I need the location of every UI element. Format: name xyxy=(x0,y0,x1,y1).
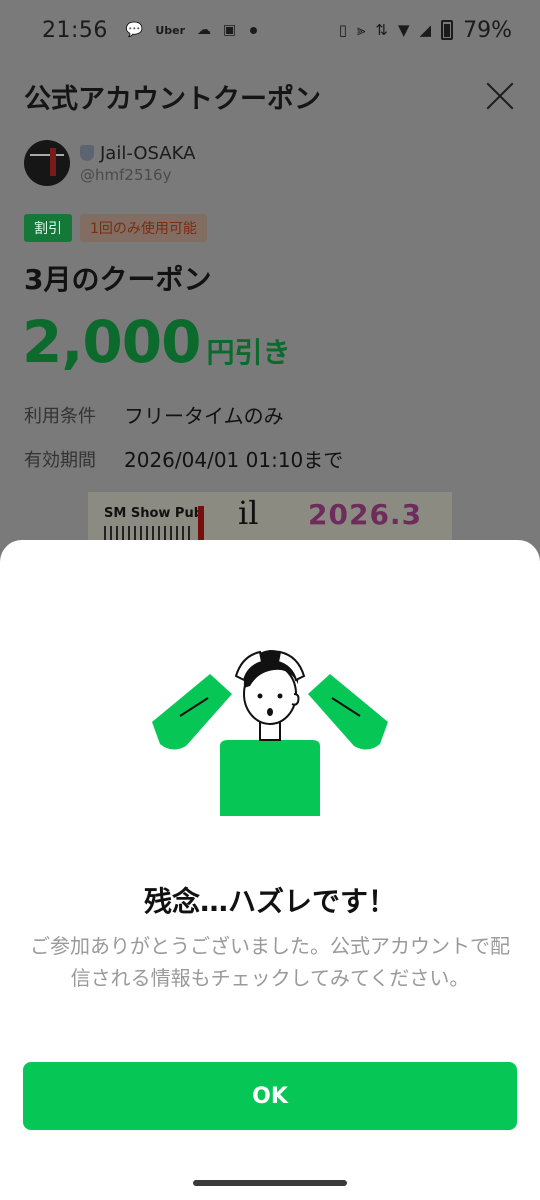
validity-label: 有効期間 xyxy=(24,449,96,471)
vibrate-icon: ⫸ xyxy=(356,21,366,39)
wifi-icon: ▼ xyxy=(398,21,410,39)
avatar[interactable] xyxy=(24,140,70,186)
more-notifications-dot xyxy=(250,26,258,34)
close-icon[interactable] xyxy=(484,80,516,112)
validity-value: 2026/04/01 01:10まで xyxy=(124,448,344,472)
status-bar: 21:56 💬 Uber ☁ ▣ ▯ ⫸ ⇅ ▼ ◢ 79% xyxy=(0,0,540,60)
chat-plus-icon: 💬 xyxy=(125,22,144,38)
account-name-row: Jail-OSAKA xyxy=(80,143,195,164)
ok-button[interactable]: OK xyxy=(23,1062,517,1130)
battery-percent: 79% xyxy=(463,17,512,43)
validity-row: 有効期間 2026/04/01 01:10まで xyxy=(24,444,343,473)
result-bottom-sheet: 残念…ハズレです！ ご参加ありがとうございました。公式アカウントで配信される情報… xyxy=(0,540,540,1200)
coupon-badges: 割引 1回のみ使用可能 xyxy=(24,214,207,242)
page-title: 公式アカウントクーポン xyxy=(24,83,321,115)
data-arrows-icon: ⇅ xyxy=(375,21,388,39)
amount-number: 2,000 xyxy=(22,308,201,376)
condition-label: 利用条件 xyxy=(24,405,96,427)
banner-il-text: il xyxy=(238,494,259,532)
disappointed-person-illustration xyxy=(152,650,388,816)
uber-icon: Uber xyxy=(155,23,186,37)
notification-icons: 💬 Uber ☁ ▣ xyxy=(126,22,236,38)
system-icons: ▯ ⫸ ⇅ ▼ ◢ 79% xyxy=(339,18,512,43)
avatar-detail xyxy=(50,148,56,176)
app-header: 公式アカウントクーポン xyxy=(0,60,540,132)
banner-date: 2026.3 xyxy=(308,498,423,531)
clock: 21:56 xyxy=(42,17,108,43)
condition-value: フリータイムのみ xyxy=(124,404,284,428)
battery-icon xyxy=(441,20,454,40)
nfc-icon: ▯ xyxy=(338,21,347,39)
result-title: 残念…ハズレです！ xyxy=(143,885,396,918)
weather-icon: ☁ xyxy=(197,22,212,38)
banner-logo-text: SM Show Pub xyxy=(104,506,203,521)
app-d-icon: ▣ xyxy=(223,22,237,38)
account-name: Jail-OSAKA xyxy=(100,142,196,164)
account-info[interactable]: Jail-OSAKA @hmf2516y xyxy=(24,140,195,186)
account-handle: @hmf2516y xyxy=(80,165,172,184)
discount-amount: 2,000 円引き xyxy=(22,308,290,376)
gesture-nav-handle[interactable] xyxy=(193,1180,347,1186)
discount-badge: 割引 xyxy=(24,214,72,242)
account-text: Jail-OSAKA @hmf2516y xyxy=(80,143,195,184)
coupon-title: 3月のクーポン xyxy=(24,263,212,296)
result-message: ご参加ありがとうございました。公式アカウントで配信される情報もチェックしてみてく… xyxy=(30,934,510,990)
amount-unit: 円引き xyxy=(206,336,291,369)
condition-row: 利用条件 フリータイムのみ xyxy=(24,400,284,429)
usage-limit-badge: 1回のみ使用可能 xyxy=(80,214,207,242)
signal-icon: ◢ xyxy=(419,21,432,39)
banner-pattern xyxy=(104,526,194,540)
verified-shield-icon xyxy=(80,145,94,161)
avatar-detail xyxy=(30,154,64,156)
